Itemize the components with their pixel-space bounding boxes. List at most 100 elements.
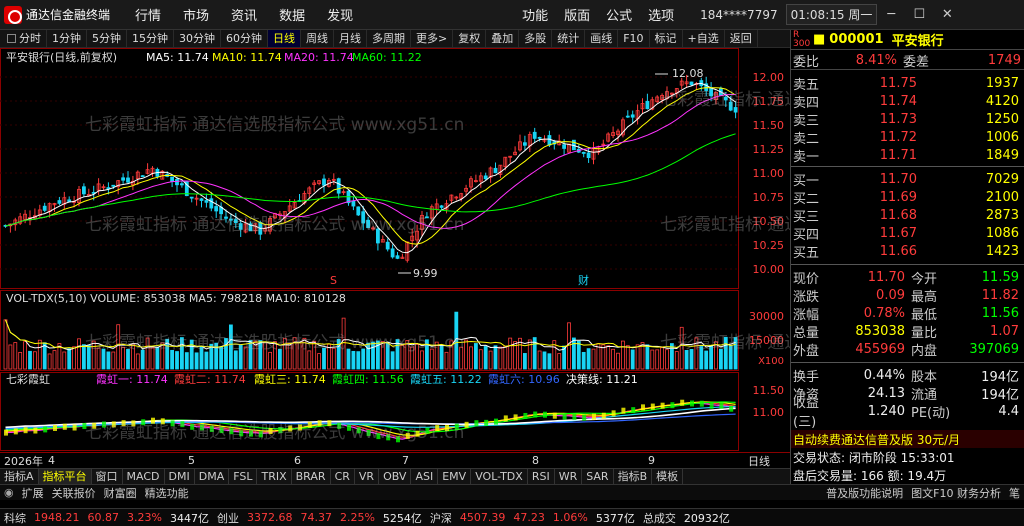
indicator-tab[interactable]: 窗口	[92, 469, 123, 484]
candle-body	[111, 184, 116, 187]
indicator-tab[interactable]: EMV	[438, 469, 472, 484]
close-icon[interactable]: ✕	[933, 7, 961, 22]
ask-row[interactable]: 卖五 11.75 1937	[791, 74, 1024, 93]
ask-row[interactable]: 卖三 11.73 1250	[791, 110, 1024, 129]
period-1min[interactable]: 1分钟	[47, 30, 87, 47]
maximize-icon[interactable]: ☐	[905, 7, 933, 22]
index-name[interactable]: 创业	[213, 510, 243, 526]
account-id[interactable]: 184****7797	[700, 8, 777, 22]
menu-formula[interactable]: 公式	[606, 5, 632, 24]
tool-restore-rights[interactable]: 复权	[453, 30, 487, 47]
bottom-edition-info[interactable]: 普及版功能说明	[822, 485, 907, 500]
kline-chart-svg[interactable]: 平安银行(日线,前复权) MA5: 11.74 MA10: 11.74 MA20…	[0, 48, 1024, 452]
bid-row[interactable]: 买三 11.68 2873	[791, 206, 1024, 225]
indicator-tab[interactable]: 指标A	[0, 469, 39, 484]
tool-mark[interactable]: 标记	[650, 30, 683, 47]
tool-back[interactable]: 返回	[725, 30, 758, 47]
bid-row[interactable]: 买一 11.70 7029	[791, 170, 1024, 189]
volume-bar	[77, 338, 81, 370]
indicator-tab[interactable]: VOL-TDX	[471, 469, 528, 484]
tool-multi-stock[interactable]: 多股	[519, 30, 553, 47]
period-weekly[interactable]: 周线	[301, 30, 334, 47]
indicator-tab[interactable]: 模板	[652, 469, 684, 484]
x-axis-period[interactable]: 日线	[748, 453, 770, 468]
index-name[interactable]: 科综	[0, 510, 30, 526]
menu-discover[interactable]: 发现	[327, 5, 353, 24]
candle-body	[395, 255, 400, 259]
promo-banner[interactable]: 自动续费通达信普及版 30元/月	[791, 430, 1024, 448]
ask-row[interactable]: 卖一 11.71 1849	[791, 146, 1024, 165]
volume-bar	[47, 353, 52, 370]
volume-bar	[591, 348, 596, 370]
period-15min[interactable]: 15分钟	[127, 30, 174, 47]
tool-add-watchlist[interactable]: +自选	[683, 30, 725, 47]
indicator-tab[interactable]: CR	[331, 469, 355, 484]
indicator-tab[interactable]: FSL	[229, 469, 258, 484]
svg-text:11.00: 11.00	[753, 167, 785, 180]
indicator-tab[interactable]: SAR	[582, 469, 614, 484]
period-daily[interactable]: 日线	[268, 30, 301, 47]
tool-overlay[interactable]: 叠加	[486, 30, 520, 47]
indicator-tab[interactable]: DMI	[165, 469, 195, 484]
index-name[interactable]: 沪深	[426, 510, 456, 526]
tool-stats[interactable]: 统计	[552, 30, 586, 47]
bid-row[interactable]: 买二 11.69 2100	[791, 188, 1024, 207]
indicator-block	[43, 426, 48, 433]
event-marker-finance[interactable]: 财	[578, 273, 589, 287]
period-30min[interactable]: 30分钟	[174, 30, 221, 47]
ind-label-6: 霞虹六: 10.96	[488, 373, 560, 386]
volume-bar	[488, 350, 493, 370]
bottom-expand[interactable]: 扩展	[18, 485, 48, 500]
candle-body	[385, 241, 390, 250]
indicator-tab[interactable]: OBV	[379, 469, 412, 484]
bottom-f10[interactable]: 图文F10 财务分析	[907, 485, 1005, 500]
period-60min[interactable]: 60分钟	[221, 30, 268, 47]
bottom-tick[interactable]: 笔	[1005, 485, 1024, 500]
bottom-related-quote[interactable]: 关联报价	[48, 485, 100, 500]
period-5min[interactable]: 5分钟	[87, 30, 127, 47]
menu-data[interactable]: 数据	[279, 5, 305, 24]
index-pct: 2.25%	[339, 511, 375, 524]
indicator-tab[interactable]: 指标B	[614, 469, 653, 484]
indicator-tab[interactable]: VR	[355, 469, 380, 484]
low-marker: 9.99	[413, 267, 438, 280]
menu-market[interactable]: 市场	[183, 5, 209, 24]
indicator-tab[interactable]: ASI	[411, 469, 439, 484]
bid-row[interactable]: 买五 11.66 1423	[791, 242, 1024, 261]
menu-news[interactable]: 资讯	[231, 5, 257, 24]
event-marker-s[interactable]: S	[330, 274, 337, 287]
candle-body	[547, 135, 552, 146]
menu-functions[interactable]: 功能	[522, 5, 548, 24]
tool-draw-line[interactable]: 画线	[585, 30, 619, 47]
period-monthly[interactable]: 月线	[334, 30, 367, 47]
period-intraday[interactable]: 分时	[0, 30, 47, 47]
menu-options[interactable]: 选项	[648, 5, 674, 24]
indicator-tab[interactable]: WR	[555, 469, 583, 484]
volume-bar	[616, 352, 620, 370]
menu-layout[interactable]: 版面	[564, 5, 590, 24]
candle-body	[179, 183, 184, 186]
indicator-tab[interactable]: 指标平台	[38, 469, 92, 484]
period-more[interactable]: 更多>	[411, 30, 454, 47]
minimize-icon[interactable]: ─	[877, 7, 905, 22]
period-multi[interactable]: 多周期	[367, 30, 411, 47]
bottom-wealth-circle[interactable]: 财富圈	[100, 485, 141, 500]
info-divider	[791, 264, 1024, 265]
volume-bar	[650, 349, 655, 370]
tool-f10[interactable]: F10	[618, 30, 650, 47]
bottom-featured[interactable]: 精选功能	[141, 485, 193, 500]
indicator-tab[interactable]: TRIX	[257, 469, 292, 484]
bid-row[interactable]: 买四 11.67 1086	[791, 224, 1024, 243]
index-change: 47.23	[513, 511, 545, 524]
candle-body	[189, 196, 194, 199]
indicator-tab[interactable]: DMA	[195, 469, 230, 484]
indicator-tab[interactable]: MACD	[123, 469, 165, 484]
indicator-tab[interactable]: BRAR	[292, 469, 331, 484]
ind-label-2: 霞虹二: 11.74	[174, 373, 246, 386]
toggle-icon[interactable]: ◉	[0, 486, 18, 499]
ask-row[interactable]: 卖四 11.74 4120	[791, 92, 1024, 111]
kline-chart-area[interactable]: 平安银行(日线,前复权) MA5: 11.74 MA10: 11.74 MA20…	[0, 48, 1024, 452]
menu-quotes[interactable]: 行情	[135, 5, 161, 24]
ask-row[interactable]: 卖二 11.72 1006	[791, 128, 1024, 147]
indicator-tab[interactable]: RSI	[528, 469, 555, 484]
